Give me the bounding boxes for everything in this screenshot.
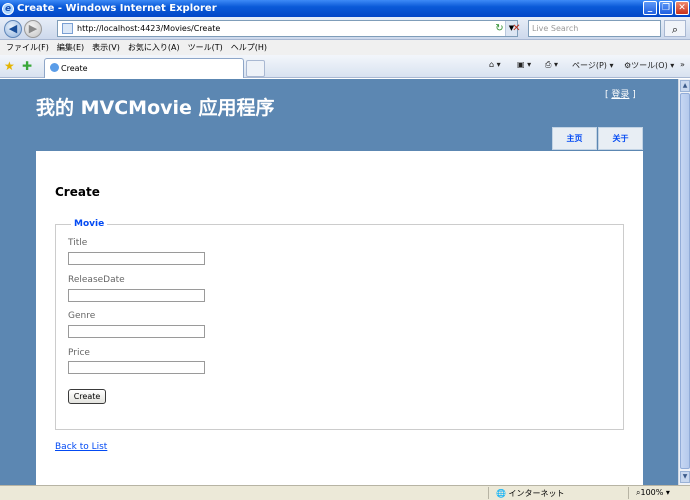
search-icon[interactable]: ⌕: [664, 20, 686, 37]
tab-create[interactable]: Create: [44, 58, 244, 78]
genre-input[interactable]: [68, 325, 205, 338]
menu-file[interactable]: ファイル(F): [6, 42, 49, 53]
chevron-more-icon[interactable]: »: [680, 60, 685, 69]
address-toolbar: ◀ ▶ http://localhost:4423/Movies/Create …: [0, 17, 690, 40]
genre-label: Genre: [68, 311, 96, 321]
zone-label: インターネット: [508, 489, 565, 498]
url-text: http://localhost:4423/Movies/Create: [77, 24, 221, 33]
window-title-bar: e Create - Windows Internet Explorer _ ❐…: [0, 0, 690, 17]
tab-page-icon: [50, 63, 59, 72]
movie-fieldset: Movie Title ReleaseDate Genre Price Crea…: [55, 219, 624, 430]
menu-tools[interactable]: ツール(T): [188, 42, 223, 53]
nav-about-tab[interactable]: 关于: [598, 127, 643, 150]
stop-icon[interactable]: ✕: [508, 20, 525, 37]
print-icon[interactable]: ⎙ ▾: [545, 60, 558, 70]
menu-help[interactable]: ヘルプ(H): [231, 42, 267, 53]
home-icon[interactable]: ⌂ ▾: [489, 60, 501, 69]
scroll-thumb[interactable]: [680, 93, 690, 469]
back-button[interactable]: ◀: [4, 20, 22, 38]
zoom-control[interactable]: ⌕100% ▾: [636, 488, 670, 498]
menu-view[interactable]: 表示(V): [92, 42, 120, 53]
feeds-icon[interactable]: ▣ ▾: [517, 60, 531, 69]
refresh-icon[interactable]: ↻: [491, 20, 508, 37]
add-favorites-icon[interactable]: ✚: [22, 59, 32, 73]
minimize-button[interactable]: _: [643, 1, 657, 15]
address-field[interactable]: http://localhost:4423/Movies/Create ▼: [57, 20, 518, 37]
menu-bar: ファイル(F) 編集(E) 表示(V) お気に入り(A) ツール(T) ヘルプ(…: [0, 40, 690, 55]
logon-bracket-close: ]: [629, 90, 636, 100]
create-button[interactable]: Create: [68, 389, 106, 404]
logon-link[interactable]: 登录: [611, 90, 629, 100]
logon-display: [ 登录 ]: [605, 87, 636, 100]
tab-label: Create: [61, 64, 88, 73]
web-page: 我的 MVCMovie 应用程序 [ 登录 ] 主页 关于 Create Mov…: [0, 79, 678, 485]
ie-logo-icon: e: [2, 2, 14, 15]
menu-favorites[interactable]: お気に入り(A): [128, 42, 180, 53]
forward-button[interactable]: ▶: [24, 20, 42, 38]
page-menu-label: ページ(P): [572, 61, 607, 70]
status-bar: 🌐 インターネット ⌕100% ▾: [0, 485, 690, 500]
price-input[interactable]: [68, 361, 205, 374]
menu-edit[interactable]: 編集(E): [57, 42, 84, 53]
scroll-up-icon[interactable]: ▲: [680, 80, 690, 92]
title-input[interactable]: [68, 252, 205, 265]
release-date-input[interactable]: [68, 289, 205, 302]
status-divider: [488, 487, 489, 499]
status-divider: [628, 487, 629, 499]
tab-bar: ★ ✚ Create ⌂ ▾ ▣ ▾ ⎙ ▾ ページ(P) ▾ ⚙ツール(O) …: [0, 55, 690, 78]
close-button[interactable]: ✕: [675, 1, 689, 15]
zoom-level: 100%: [640, 488, 664, 497]
vertical-scrollbar[interactable]: ▲ ▼: [678, 79, 690, 485]
new-tab-button[interactable]: [246, 60, 265, 77]
search-input[interactable]: Live Search: [528, 20, 661, 37]
tools-menu-label: ツール(O): [631, 61, 668, 70]
price-label: Price: [68, 348, 90, 358]
internet-zone: 🌐 インターネット: [496, 488, 565, 499]
site-title: 我的 MVCMovie 应用程序: [36, 97, 275, 119]
title-label: Title: [68, 238, 88, 248]
page-menu-button[interactable]: ページ(P) ▾: [572, 60, 613, 71]
main-content: Create Movie Title ReleaseDate Genre Pri…: [36, 151, 643, 485]
tools-menu-button[interactable]: ⚙ツール(O) ▾: [624, 60, 674, 71]
scroll-down-icon[interactable]: ▼: [680, 471, 690, 483]
globe-icon: 🌐: [496, 489, 506, 498]
back-to-list-link[interactable]: Back to List: [55, 442, 107, 452]
fieldset-legend: Movie: [71, 219, 108, 229]
page-icon: [62, 23, 73, 34]
favorites-star-icon[interactable]: ★: [4, 59, 15, 73]
window-title: Create - Windows Internet Explorer: [17, 3, 217, 14]
page-title: Create: [55, 185, 100, 199]
release-date-label: ReleaseDate: [68, 275, 125, 285]
maximize-button[interactable]: ❐: [659, 1, 673, 15]
nav-home-tab[interactable]: 主页: [552, 127, 597, 150]
